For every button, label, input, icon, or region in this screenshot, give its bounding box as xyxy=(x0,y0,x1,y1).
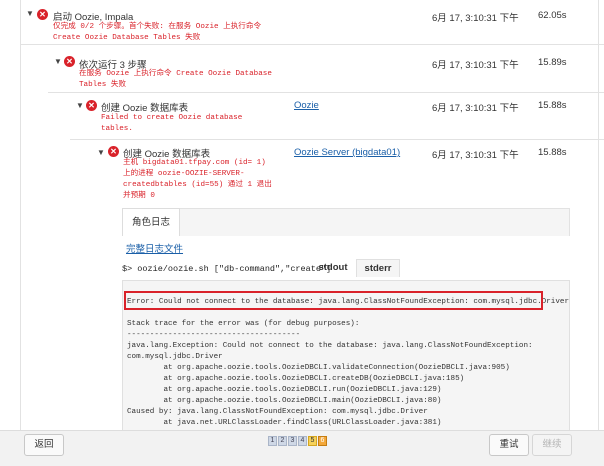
chevron-down-icon[interactable]: ▼ xyxy=(54,57,62,67)
error-circle-icon: ✕ xyxy=(64,56,75,67)
step-duration: 15.88s xyxy=(538,100,567,111)
page-button-current[interactable]: 5 xyxy=(308,436,317,446)
table-left-border xyxy=(20,0,21,430)
step-error-message: 仅完成 0/2 个步骤。首个失败: 在服务 Oozie 上执行命令 Create… xyxy=(53,23,262,42)
command-line: $> oozie/oozie.sh ["db-command","create"… xyxy=(122,264,332,274)
step-start-time: 6月 17, 3:10:31 下午 xyxy=(432,60,519,71)
step-title: 创建 Oozie 数据库表 xyxy=(101,103,189,114)
tab-stdout[interactable]: stdout xyxy=(312,259,354,277)
back-button[interactable]: 返回 xyxy=(24,434,64,456)
page-button[interactable]: 2 xyxy=(278,436,287,446)
step-start-time: 6月 17, 3:10:31 下午 xyxy=(432,13,519,24)
step-duration: 15.88s xyxy=(538,147,567,158)
step-start-time: 6月 17, 3:10:31 下午 xyxy=(432,103,519,114)
tab-role-log[interactable]: 角色日志 xyxy=(122,208,180,236)
continue-button[interactable]: 继续 xyxy=(532,434,572,456)
page-button[interactable]: 6 xyxy=(318,436,327,446)
step-error-message: Failed to create Oozie database tables. xyxy=(101,114,243,133)
step-start-time: 6月 17, 3:10:31 下午 xyxy=(432,150,519,161)
chevron-down-icon[interactable]: ▼ xyxy=(26,9,34,19)
log-tab-bar xyxy=(122,208,570,236)
error-circle-icon: ✕ xyxy=(108,146,119,157)
chevron-down-icon[interactable]: ▼ xyxy=(97,148,105,158)
error-highlight-box xyxy=(124,291,543,310)
context-link-oozie-server[interactable]: Oozie Server (bigdata01) xyxy=(294,147,400,158)
error-circle-icon: ✕ xyxy=(37,9,48,20)
error-circle-icon: ✕ xyxy=(86,100,97,111)
page-button[interactable]: 1 xyxy=(268,436,277,446)
column-divider xyxy=(598,0,599,430)
retry-button[interactable]: 重试 xyxy=(489,434,529,456)
step-error-message: 主机 bigdata01.tfpay.com (id= 1) 上的进程 oozi… xyxy=(123,159,272,200)
chevron-down-icon[interactable]: ▼ xyxy=(76,101,84,111)
tab-stderr[interactable]: stderr xyxy=(356,259,400,277)
context-link-oozie[interactable]: Oozie xyxy=(294,100,319,111)
page-button[interactable]: 4 xyxy=(298,436,307,446)
row-divider xyxy=(48,92,604,93)
step-title: 启动 Oozie, Impala xyxy=(53,12,134,23)
step-duration: 15.89s xyxy=(538,57,567,68)
step-duration: 62.05s xyxy=(538,10,567,21)
step-error-message: 在服务 Oozie 上执行命令 Create Oozie Database Ta… xyxy=(79,70,272,89)
full-log-link[interactable]: 完整日志文件 xyxy=(126,241,183,255)
row-divider xyxy=(20,44,604,45)
page-button[interactable]: 3 xyxy=(288,436,297,446)
row-divider xyxy=(70,139,604,140)
